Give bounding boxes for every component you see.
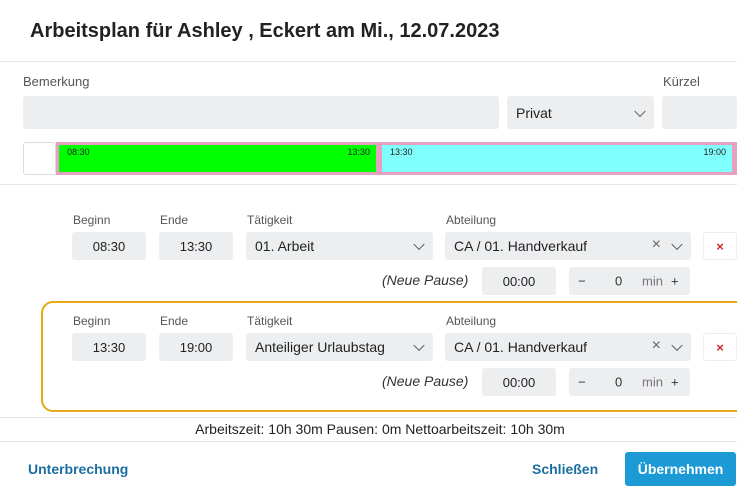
work-summary: Arbeitszeit: 10h 30m Pausen: 0m Nettoarb… (195, 421, 565, 437)
entry-2-abteilung-select[interactable]: CA / 01. Handverkauf × (445, 333, 691, 361)
clear-icon[interactable]: × (652, 337, 661, 355)
privacy-select[interactable]: Privat (507, 96, 654, 129)
header-divider (0, 61, 737, 62)
entry-1-taetigkeit-value: 01. Arbeit (255, 238, 315, 254)
privacy-select-value: Privat (516, 104, 552, 121)
minus-icon[interactable]: − (578, 274, 586, 289)
entry-2-ende-label: Ende (160, 314, 189, 328)
entry-1-taetigkeit-select[interactable]: 01. Arbeit (246, 232, 433, 260)
entry-2-taetigkeit-label: Tätigkeit (247, 314, 293, 328)
entry-2-pause-stepper[interactable]: − 0 min + (569, 368, 690, 396)
apply-button[interactable]: Übernehmen (625, 452, 736, 486)
entry-1-pause-stepper[interactable]: − 0 min + (569, 267, 690, 295)
chevron-down-icon (671, 238, 683, 251)
entry-2-beginn-input[interactable]: 13:30 (72, 333, 146, 361)
clear-icon[interactable]: × (652, 236, 661, 254)
bemerkung-input[interactable] (23, 96, 499, 129)
entry-2-pause-time-input[interactable]: 00:00 (482, 368, 556, 396)
unterbrechung-button[interactable]: Unterbrechung (28, 461, 128, 477)
segment-2-end: 19:00 (703, 147, 726, 157)
entry-2-pause-minutes: 0 (615, 374, 623, 390)
close-button[interactable]: Schließen (532, 461, 598, 477)
segment-1-end: 13:30 (347, 147, 370, 157)
entry-1-ende-label: Ende (160, 213, 189, 227)
entry-2-abteilung-label: Abteilung (446, 314, 497, 328)
entry-1-pause-time-input[interactable]: 00:00 (482, 267, 556, 295)
min-unit-label: min (642, 374, 663, 390)
entry-1-taetigkeit-label: Tätigkeit (247, 213, 293, 227)
chevron-down-icon (634, 105, 646, 117)
chevron-down-icon (671, 339, 683, 352)
segment-2-start: 13:30 (390, 147, 413, 157)
chevron-down-icon (413, 238, 425, 251)
dialog-title: Arbeitsplan für Ashley , Eckert am Mi., … (30, 20, 500, 42)
chevron-down-icon (413, 339, 425, 352)
entry-1-abteilung-label: Abteilung (446, 213, 497, 227)
entry-2-delete-button[interactable]: × (703, 333, 737, 361)
timeline-segment-1[interactable]: 08:30 13:30 (59, 145, 376, 172)
entry-1-beginn-label: Beginn (73, 213, 111, 227)
footer-divider (0, 441, 737, 442)
entry-2-ende-input[interactable]: 19:00 (159, 333, 233, 361)
timeline-divider (0, 184, 737, 185)
entry-2-neue-pause-label: (Neue Pause) (382, 373, 469, 389)
entry-2-taetigkeit-value: Anteiliger Urlaubstag (255, 339, 385, 355)
min-unit-label: min (642, 273, 663, 289)
entry-1-abteilung-value: CA / 01. Handverkauf (454, 238, 588, 254)
kuerzel-input[interactable] (662, 96, 737, 129)
entry-1-neue-pause-label: (Neue Pause) (382, 272, 469, 288)
timeline-handle (23, 142, 56, 175)
entry-2-abteilung-value: CA / 01. Handverkauf (454, 339, 588, 355)
entry-1-abteilung-select[interactable]: CA / 01. Handverkauf × (445, 232, 691, 260)
entry-1-ende-input[interactable]: 13:30 (159, 232, 233, 260)
entry-2-taetigkeit-select[interactable]: Anteiliger Urlaubstag (246, 333, 433, 361)
bemerkung-label: Bemerkung (23, 74, 90, 89)
minus-icon[interactable]: − (578, 375, 586, 390)
kuerzel-label: Kürzel (663, 74, 700, 89)
entry-2-beginn-label: Beginn (73, 314, 111, 328)
entry-1-delete-button[interactable]: × (703, 232, 737, 260)
entry-1-pause-minutes: 0 (615, 273, 623, 289)
summary-divider (0, 417, 737, 418)
plus-icon[interactable]: + (671, 375, 679, 390)
plus-icon[interactable]: + (671, 274, 679, 289)
segment-1-start: 08:30 (67, 147, 90, 157)
timeline-segment-2[interactable]: 13:30 19:00 (382, 145, 732, 172)
entry-1-beginn-input[interactable]: 08:30 (72, 232, 146, 260)
